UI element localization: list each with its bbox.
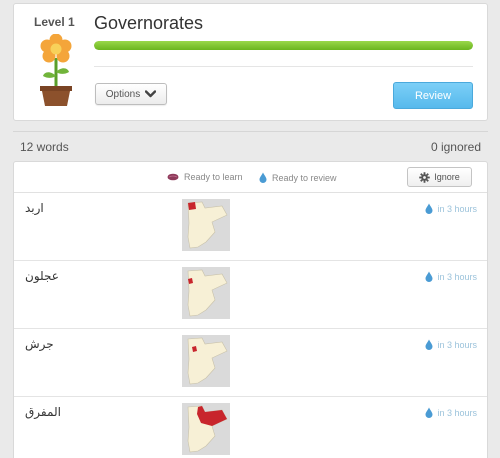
course-title: Governorates (94, 13, 204, 33)
review-button[interactable]: Review (393, 82, 473, 109)
legend-learn-label: Ready to learn (184, 172, 243, 182)
ignore-label: Ignore (434, 172, 460, 182)
flower-pot-icon (40, 34, 72, 106)
water-drop-icon (425, 203, 433, 214)
water-drop-icon (425, 339, 433, 350)
progress-bar (94, 41, 473, 50)
word-row[interactable]: عجلون in 3 hours (14, 261, 487, 329)
options-button[interactable]: Options (95, 83, 167, 105)
word-row[interactable]: جرش in 3 hours (14, 329, 487, 397)
due-indicator: in 3 hours (425, 339, 477, 350)
ignore-button[interactable]: Ignore (407, 167, 472, 187)
legend: Ready to learn Ready to review Ignore (14, 162, 487, 193)
word-text: اربد (25, 201, 44, 215)
options-label: Options (105, 88, 141, 100)
water-drop-icon (425, 407, 433, 418)
word-count-bar: 12 words 0 ignored (13, 131, 488, 157)
due-label: in 3 hours (437, 407, 477, 418)
ignored-count: 0 ignored (430, 140, 481, 154)
due-label: in 3 hours (437, 271, 477, 282)
legend-review-label: Ready to review (272, 172, 337, 183)
legend-ready-to-review: Ready to review (259, 172, 337, 183)
water-drop-icon (259, 172, 267, 183)
words-count: 12 words (20, 140, 69, 154)
review-label: Review (414, 89, 452, 102)
chevron-down-icon (145, 90, 157, 98)
water-drop-icon (425, 271, 433, 282)
word-text: جرش (25, 337, 54, 351)
map-thumbnail (182, 403, 230, 455)
due-label: in 3 hours (437, 339, 477, 350)
word-text: عجلون (25, 269, 59, 283)
legend-ready-to-learn: Ready to learn (167, 172, 243, 182)
progress-fill (94, 41, 473, 50)
due-indicator: in 3 hours (425, 407, 477, 418)
level-card: Level 1 Governorates Options Review (13, 3, 488, 121)
word-text: المفرق (25, 405, 61, 419)
due-indicator: in 3 hours (425, 271, 477, 282)
word-row[interactable]: المفرق in 3 hours (14, 397, 487, 458)
word-list: Ready to learn Ready to review Ignore ار… (13, 161, 488, 458)
map-thumbnail (182, 267, 230, 319)
due-indicator: in 3 hours (425, 203, 477, 214)
gear-icon (419, 171, 431, 183)
divider (94, 66, 473, 67)
due-label: in 3 hours (437, 203, 477, 214)
level-label: Level 1 (34, 15, 75, 29)
seed-icon (167, 173, 179, 181)
word-row[interactable]: اربد in 3 hours (14, 193, 487, 261)
map-thumbnail (182, 199, 230, 251)
map-thumbnail (182, 335, 230, 387)
